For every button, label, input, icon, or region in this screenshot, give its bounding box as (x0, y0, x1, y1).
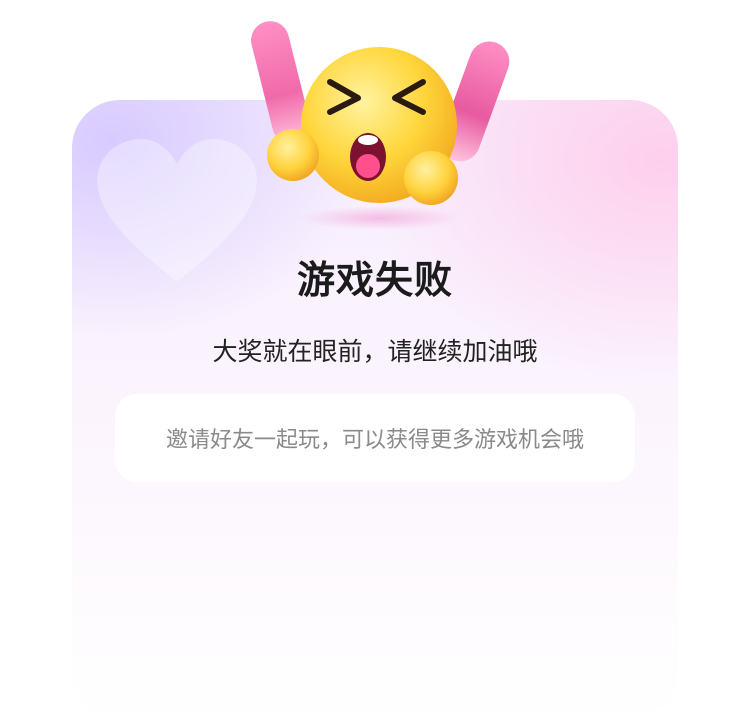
frustrated-emoji-icon (251, 21, 510, 230)
dialog-title: 游戏失败 (296, 258, 453, 302)
invite-hint-text: 邀请好友一起玩，可以获得更多游戏机会哦 (165, 428, 584, 453)
invite-hint-box: 邀请好友一起玩，可以获得更多游戏机会哦 (115, 394, 635, 482)
dialog-message: 大奖就在眼前，请继续加油哦 (212, 337, 538, 366)
